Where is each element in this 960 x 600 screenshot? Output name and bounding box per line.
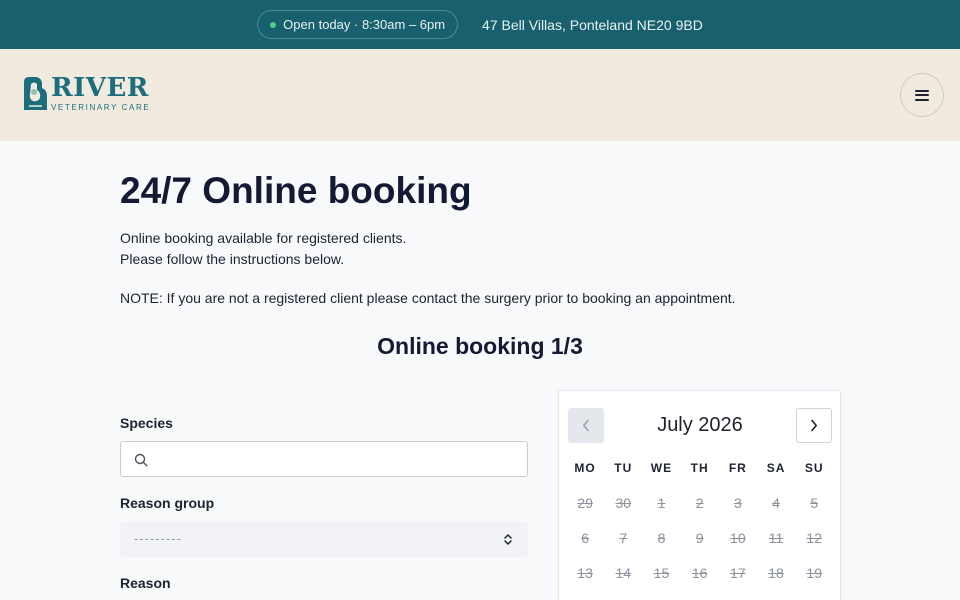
calendar-day: 30 xyxy=(615,495,632,511)
calendar-day: 5 xyxy=(810,495,819,511)
previous-month-button[interactable] xyxy=(568,408,604,443)
calendar-day: 4 xyxy=(772,495,780,511)
search-icon xyxy=(134,453,148,467)
species-label: Species xyxy=(120,415,173,431)
chevron-right-icon xyxy=(811,419,817,432)
logo-wordmark: RIVER xyxy=(51,73,149,103)
river-logo[interactable]: RIVER VETERINARY CARE xyxy=(20,73,155,118)
chevron-left-icon xyxy=(583,419,589,432)
page-title: 24/7 Online booking xyxy=(120,170,472,211)
top-info-bar: Open today · 8:30am – 6pm 47 Bell Villas… xyxy=(0,0,960,49)
calendar-day: 3 xyxy=(733,495,742,511)
booking-step-title: Online booking 1/3 xyxy=(377,333,583,359)
calendar-day: 8 xyxy=(657,530,666,546)
weekday-header: MO TU WE TH FR SA SU xyxy=(566,461,834,475)
logo-mark-icon xyxy=(24,77,47,110)
reason-label: Reason xyxy=(120,575,171,591)
weekday-label: TU xyxy=(614,461,633,475)
booking-calendar: July 2026 MO TU WE TH FR SA SU 29 30 1 2… xyxy=(558,390,841,600)
calendar-day: 17 xyxy=(730,565,746,581)
weekday-label: MO xyxy=(574,461,596,475)
next-month-button[interactable] xyxy=(796,408,832,443)
calendar-day: 11 xyxy=(768,530,784,546)
calendar-days-grid: 29 30 1 2 3 4 5 6 7 8 9 10 11 12 13 14 1… xyxy=(566,486,834,591)
select-arrows-icon xyxy=(504,534,512,545)
registration-note: NOTE: If you are not a registered client… xyxy=(120,290,736,306)
species-input[interactable] xyxy=(155,442,521,476)
calendar-day: 29 xyxy=(577,495,593,511)
intro-line-2: Please follow the instructions below. xyxy=(120,251,345,267)
calendar-month-title: July 2026 xyxy=(657,414,743,436)
calendar-day: 15 xyxy=(653,565,670,581)
menu-button[interactable] xyxy=(900,73,944,117)
weekday-label: TH xyxy=(690,461,709,475)
calendar-day: 6 xyxy=(581,530,589,546)
site-header: RIVER VETERINARY CARE xyxy=(0,49,960,141)
weekday-label: SA xyxy=(766,461,786,475)
weekday-label: SU xyxy=(804,461,824,475)
intro-line-1: Online booking available for registered … xyxy=(120,230,407,246)
intro-text: Online booking available for registered … xyxy=(120,228,406,270)
calendar-day: 13 xyxy=(577,565,593,581)
reason-group-select[interactable]: --------- xyxy=(120,521,528,557)
reason-group-label: Reason group xyxy=(120,495,215,511)
weekday-label: FR xyxy=(728,461,747,475)
opening-hours-text: Open today · 8:30am – 6pm xyxy=(283,17,446,32)
calendar-day: 9 xyxy=(695,530,704,546)
opening-hours-badge: Open today · 8:30am – 6pm xyxy=(257,10,459,39)
calendar-day: 14 xyxy=(615,565,632,581)
calendar-day: 2 xyxy=(695,495,704,511)
reason-group-value: --------- xyxy=(134,531,182,546)
calendar-day: 7 xyxy=(619,530,628,546)
calendar-day: 10 xyxy=(730,530,746,546)
hamburger-icon xyxy=(915,89,929,101)
open-status-dot xyxy=(270,21,277,28)
weekday-label: WE xyxy=(650,461,673,475)
calendar-day: 16 xyxy=(691,565,708,581)
logo-tagline: VETERINARY CARE xyxy=(51,103,151,112)
calendar-day: 19 xyxy=(806,565,822,581)
species-search-field[interactable] xyxy=(120,441,528,477)
calendar-day: 1 xyxy=(657,495,666,511)
calendar-day: 12 xyxy=(806,530,822,546)
calendar-day: 18 xyxy=(768,565,784,581)
address-text[interactable]: 47 Bell Villas, Ponteland NE20 9BD xyxy=(482,17,703,33)
